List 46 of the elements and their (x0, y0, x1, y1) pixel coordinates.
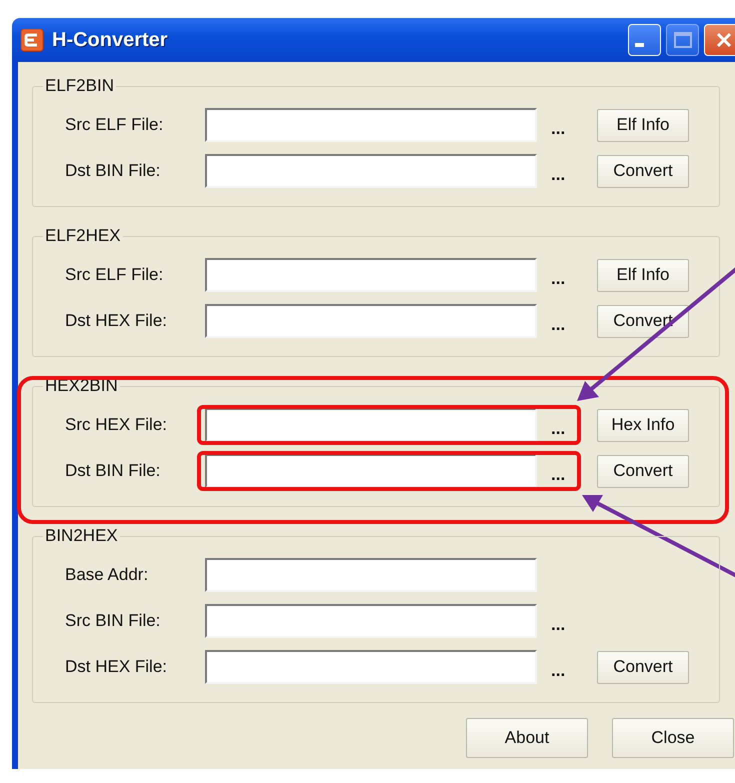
field-label: Src BIN File: (65, 611, 162, 631)
action-button[interactable]: Elf Info (597, 108, 689, 142)
action-button[interactable]: Hex Info (597, 408, 689, 442)
action-button[interactable]: Convert (597, 304, 689, 338)
maximize-icon (674, 32, 692, 48)
minimize-icon (635, 43, 644, 47)
browse-button[interactable]: ... (537, 307, 597, 335)
group-title: ELF2BIN (44, 76, 115, 96)
input-field[interactable] (205, 408, 537, 442)
group-title: BIN2HEX (44, 526, 119, 546)
browse-button[interactable]: ... (537, 111, 597, 139)
input-field[interactable] (205, 604, 537, 638)
field-label: Dst HEX File: (65, 311, 168, 331)
field-label: Dst BIN File: (65, 461, 162, 481)
input-field[interactable] (205, 454, 537, 488)
field-label: Dst BIN File: (65, 161, 162, 181)
field-label: Src HEX File: (65, 415, 168, 435)
group-title: ELF2HEX (44, 226, 122, 246)
browse-button[interactable]: ... (537, 157, 597, 185)
minimize-button[interactable] (628, 24, 661, 56)
maximize-button[interactable] (666, 24, 699, 56)
field-label: Src ELF File: (65, 265, 164, 285)
input-field[interactable] (205, 258, 537, 292)
browse-button[interactable]: ... (537, 457, 597, 485)
action-button[interactable]: Convert (597, 454, 689, 488)
field-label: Src ELF File: (65, 115, 164, 135)
window-title: H-Converter (52, 28, 168, 52)
browse-button[interactable]: ... (537, 653, 597, 681)
browse-button[interactable]: ... (537, 607, 597, 635)
app-icon (20, 28, 44, 52)
action-button[interactable]: Elf Info (597, 258, 689, 292)
input-field[interactable] (205, 304, 537, 338)
dialog-button[interactable]: About (466, 718, 588, 758)
field-label: Dst HEX File: (65, 657, 168, 677)
input-field[interactable] (205, 650, 537, 684)
browse-button[interactable]: ... (537, 411, 597, 439)
close-icon (715, 31, 733, 49)
dialog-button[interactable]: Close (612, 718, 734, 758)
input-field[interactable] (205, 558, 537, 592)
action-button[interactable]: Convert (597, 154, 689, 188)
field-label: Base Addr: (65, 565, 150, 585)
close-button[interactable] (704, 24, 735, 56)
action-button[interactable]: Convert (597, 650, 689, 684)
browse-button[interactable]: ... (537, 261, 597, 289)
input-field[interactable] (205, 154, 537, 188)
input-field[interactable] (205, 108, 537, 142)
